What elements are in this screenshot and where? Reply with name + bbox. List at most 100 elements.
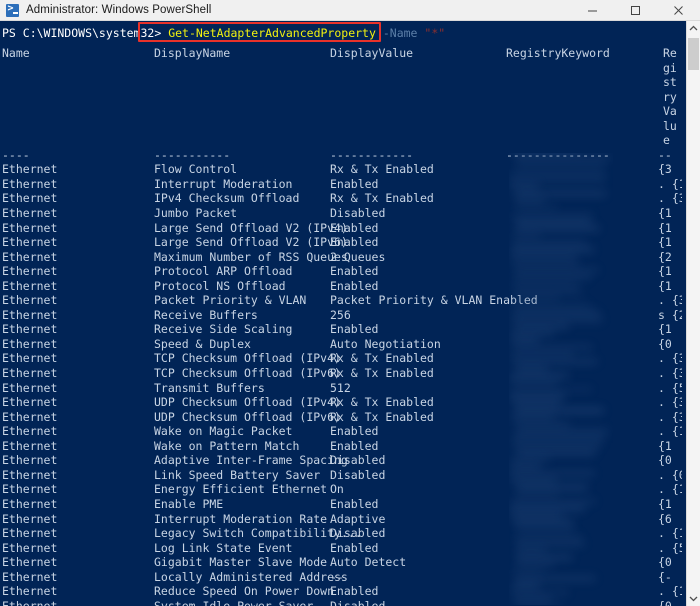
cell-displayname: IPv4 Checksum Offload xyxy=(154,191,300,206)
title-bar[interactable]: Administrator: Windows PowerShell xyxy=(0,0,700,21)
prompt-path: PS C:\WINDOWS\system32> xyxy=(2,26,162,40)
table-row: Ethernet Legacy Switch Compatibility...Di… xyxy=(2,526,686,541)
cell-displayvalue: Disabled xyxy=(330,467,386,482)
cell-displayname: Receive Buffers xyxy=(154,307,258,322)
table-row: Ethernet Energy Efficient Ethernet On . {1 xyxy=(2,482,686,497)
cell-displayvalue: Disabled xyxy=(330,598,386,606)
maximize-icon xyxy=(631,5,640,15)
cell-displayname: Speed & Duplex xyxy=(154,336,251,351)
table-row: Ethernet Receive Side Scaling Enabled {1 xyxy=(2,322,682,337)
cell-displayvalue: 256 xyxy=(330,307,351,322)
cell-name: Ethernet xyxy=(2,395,58,410)
scroll-up-arrow-icon[interactable] xyxy=(687,21,700,36)
cell-displayname: Energy Efficient Ethernet xyxy=(154,482,328,497)
cell-displayname: Maximum Number of RSS Queues xyxy=(154,249,348,264)
cell-name: Ethernet xyxy=(2,322,58,337)
powershell-icon xyxy=(6,2,19,17)
table-row: Ethernet TCP Checksum Offload (IPv4)Rx & … xyxy=(2,351,686,366)
cell-displayvalue: Enabled xyxy=(330,176,379,191)
table-row: Ethernet Adaptive Inter-Frame SpacingDisa… xyxy=(2,453,682,468)
cell-registryvalue: {1 xyxy=(658,438,672,453)
cell-registryvalue: {1 xyxy=(658,264,672,279)
registry-value-header-fragment: lu xyxy=(663,118,677,133)
table-header-row: Name DisplayName DisplayValue RegistryKeywo… xyxy=(2,46,682,61)
cell-registryvalue: . {3 xyxy=(658,395,686,410)
table-row: Ethernet Flow Control Rx & Tx Enabled {3 xyxy=(2,162,682,177)
cell-displayvalue: Auto Detect xyxy=(330,555,407,570)
registry-value-header-fragment: gi xyxy=(663,60,677,75)
vertical-scrollbar[interactable] xyxy=(686,21,700,606)
cell-displayname: Interrupt Moderation xyxy=(154,176,293,191)
column-header-displayvalue: DisplayValue xyxy=(330,46,414,60)
separator-displayvalue: ------------ xyxy=(330,147,414,162)
cell-registryvalue: . {3 xyxy=(658,293,686,308)
table-row: Ethernet Maximum Number of RSS Queues2 Qu… xyxy=(2,250,682,265)
powershell-window: Administrator: Windows PowerShell xyxy=(0,0,700,606)
cell-registryvalue: . {3 xyxy=(658,366,686,381)
cell-registryvalue: {- xyxy=(658,569,672,584)
table-row: Ethernet Jumbo Packet Disabled {1 xyxy=(2,206,682,221)
cell-displayname: Transmit Buffers xyxy=(154,380,265,395)
command-argument: "*" xyxy=(424,26,446,40)
maximize-button[interactable] xyxy=(614,0,657,21)
cell-name: Ethernet xyxy=(2,453,58,468)
table-row: Ethernet Large Send Offload V2 (IPv4)Enab… xyxy=(2,221,682,236)
cell-displayname: Enable PME xyxy=(154,496,224,511)
table-row: Ethernet Link Speed Battery Saver Disabled… xyxy=(2,467,686,483)
cell-displayname: System Idle Power Saver xyxy=(154,598,314,606)
cell-displayname: UDP Checksum Offload (IPv4) xyxy=(154,395,341,410)
table-row: Ethernet Enable PME Enabled {1 xyxy=(2,497,682,512)
table-row: Ethernet Log Link State Event Enabled . {5 xyxy=(2,540,686,556)
cell-displayname: Receive Side Scaling xyxy=(154,322,293,337)
cell-name: Ethernet xyxy=(2,467,58,482)
cell-registryvalue: {0 xyxy=(658,555,672,570)
cell-name: Ethernet xyxy=(2,235,58,250)
console-output-area[interactable]: PS C:\WINDOWS\system32> Get-NetAdapterAd… xyxy=(0,21,686,606)
cell-name: Ethernet xyxy=(2,307,58,322)
command-parameter: -Name xyxy=(382,26,418,40)
cell-name: Ethernet xyxy=(2,366,58,381)
cell-displayvalue: Enabled xyxy=(330,322,379,337)
cell-registryvalue: {6 xyxy=(658,511,672,526)
separator-name: ---- xyxy=(2,147,30,162)
cell-displayname: Large Send Offload V2 (IPv6) xyxy=(154,235,348,250)
cell-registryvalue: . {5 xyxy=(658,540,686,555)
cell-name: Ethernet xyxy=(2,584,58,599)
command-text: Get-NetAdapterAdvancedProperty xyxy=(168,26,376,40)
cell-displayvalue: Enabled xyxy=(330,424,379,439)
cell-registryvalue: {0 xyxy=(658,453,672,468)
table-blank-row xyxy=(2,90,682,105)
window-title: Administrator: Windows PowerShell xyxy=(26,4,212,16)
separator-registryvalue: -- xyxy=(658,147,672,162)
table-row: Ethernet Interrupt Moderation Rate Adaptiv… xyxy=(2,512,682,527)
cell-name: Ethernet xyxy=(2,351,58,366)
cell-registryvalue: {1 xyxy=(658,322,672,337)
prompt-space-2 xyxy=(376,26,383,40)
cell-registryvalue: . {1 xyxy=(658,584,686,599)
cell-displayname: Gigabit Master Slave Mode xyxy=(154,555,328,570)
cell-registryvalue: {0 xyxy=(658,336,672,351)
cell-displayvalue: Enabled xyxy=(330,264,379,279)
close-button[interactable] xyxy=(657,0,700,21)
cell-registryvalue: {0 xyxy=(658,598,672,606)
cell-displayvalue: Auto Negotiation xyxy=(330,336,441,351)
cell-displayvalue: 2 Queues xyxy=(330,249,386,264)
registry-value-header-fragment: Va xyxy=(663,104,677,119)
column-header-displayname: DisplayName xyxy=(154,46,231,60)
cell-displayvalue: Packet Priority & VLAN Enabled xyxy=(330,293,538,308)
title-bar-left: Administrator: Windows PowerShell xyxy=(0,2,571,17)
minimize-button[interactable] xyxy=(571,0,614,21)
table-row: Ethernet Receive Buffers 256 s {2 xyxy=(2,307,686,323)
cell-displayname: Protocol NS Offload xyxy=(154,278,286,293)
registry-value-header-wrapped: Re gi st ry Va lu e xyxy=(663,46,677,148)
cell-name: Ethernet xyxy=(2,293,58,308)
cell-displayvalue: -- xyxy=(330,569,344,584)
cell-name: Ethernet xyxy=(2,162,58,177)
table-blank-row xyxy=(2,104,682,119)
cell-registryvalue: . {1 xyxy=(658,176,686,191)
table-row: Ethernet System Idle Power Saver Disabled {… xyxy=(2,599,682,606)
cell-registryvalue: {2 xyxy=(658,249,672,264)
scroll-thumb[interactable] xyxy=(688,38,699,70)
cell-name: Ethernet xyxy=(2,380,58,395)
scroll-down-arrow-icon[interactable] xyxy=(687,591,700,606)
